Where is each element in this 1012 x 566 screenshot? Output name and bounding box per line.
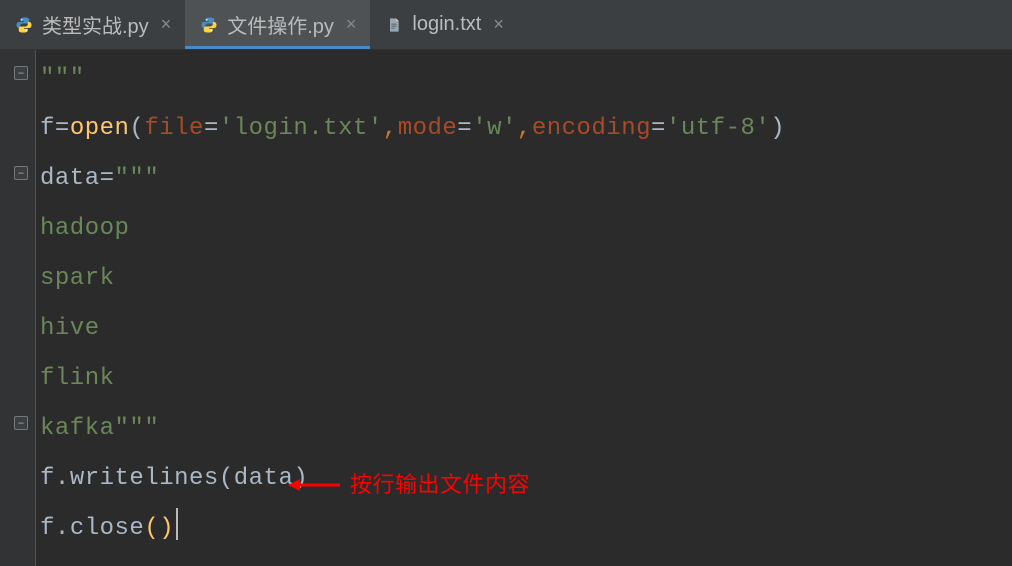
close-icon[interactable]: ×	[157, 14, 176, 35]
code-line: hive	[40, 304, 1012, 354]
tab-label: 类型实战.py	[42, 10, 149, 39]
editor: – – – """ f=open(file='login.txt',mode='…	[0, 50, 1012, 566]
text-caret	[176, 508, 178, 540]
code-line: """	[40, 54, 1012, 104]
tab-login-txt[interactable]: login.txt ×	[370, 0, 517, 49]
annotation: 按行输出文件内容	[288, 460, 530, 510]
close-icon[interactable]: ×	[342, 14, 361, 35]
code-line: data="""	[40, 154, 1012, 204]
code-line: hadoop	[40, 204, 1012, 254]
code-line: kafka"""	[40, 404, 1012, 454]
tab-bar: 类型实战.py × 文件操作.py × login.txt ×	[0, 0, 1012, 50]
python-icon	[199, 15, 219, 35]
code-line: spark	[40, 254, 1012, 304]
tab-label: 文件操作.py	[227, 10, 334, 39]
fold-toggle[interactable]: –	[14, 416, 28, 430]
python-icon	[14, 15, 34, 35]
code-area[interactable]: """ f=open(file='login.txt',mode='w',enc…	[36, 50, 1012, 566]
code-line: f=open(file='login.txt',mode='w',encodin…	[40, 104, 1012, 154]
tab-types-practice[interactable]: 类型实战.py ×	[0, 0, 185, 49]
arrow-icon	[288, 475, 340, 495]
tab-label: login.txt	[412, 13, 481, 36]
code-line: f.close()	[40, 504, 1012, 554]
close-icon[interactable]: ×	[489, 14, 508, 35]
text-file-icon	[384, 15, 404, 35]
fold-toggle[interactable]: –	[14, 66, 28, 80]
tab-file-ops[interactable]: 文件操作.py ×	[185, 0, 370, 49]
code-line: flink	[40, 354, 1012, 404]
fold-toggle[interactable]: –	[14, 166, 28, 180]
annotation-text: 按行输出文件内容	[350, 460, 530, 510]
gutter: – – –	[0, 50, 36, 566]
